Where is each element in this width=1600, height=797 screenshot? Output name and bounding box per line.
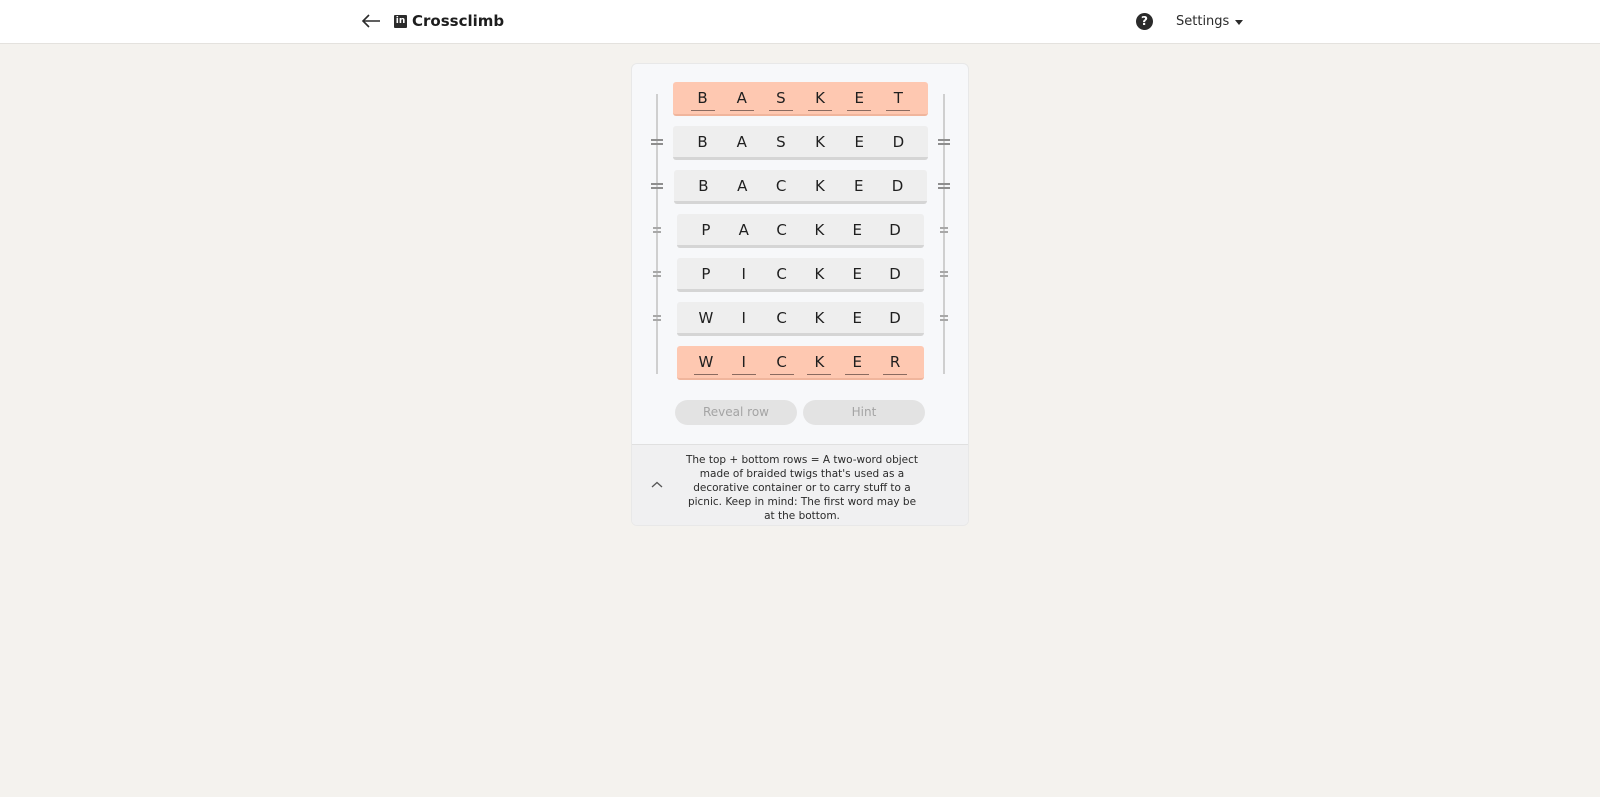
- letter-tile: R: [882, 352, 908, 375]
- letter-tile: K: [814, 264, 825, 283]
- equals-icon: [651, 226, 663, 234]
- hint-button[interactable]: Hint: [803, 400, 925, 425]
- word-row-2[interactable]: B A S K E D: [673, 126, 928, 160]
- letter-tile: B: [690, 88, 716, 111]
- letter-tile: K: [814, 220, 825, 239]
- letter-tile: A: [729, 88, 755, 111]
- equals-icon: [938, 138, 950, 146]
- letter-tile: A: [738, 220, 749, 239]
- letter-tile: E: [846, 88, 872, 111]
- letter-tile: E: [854, 132, 864, 151]
- equals-icon: [938, 182, 950, 190]
- letter-tile: E: [844, 352, 870, 375]
- puzzle-card: B A S K E T B A S K E D B A C K E D P A …: [631, 63, 969, 526]
- word-row-6[interactable]: W I C K E D: [677, 302, 924, 336]
- equals-icon: [938, 270, 950, 278]
- word-row-5[interactable]: P I C K E D: [677, 258, 924, 292]
- help-icon[interactable]: ?: [1136, 13, 1153, 30]
- word-row-7[interactable]: W I C K E R: [677, 346, 924, 380]
- letter-tile: C: [776, 308, 787, 327]
- left-rail: [656, 94, 658, 374]
- letter-tile: C: [776, 264, 787, 283]
- letter-tile: C: [776, 220, 787, 239]
- word-row-4[interactable]: P A C K E D: [677, 214, 924, 248]
- settings-label: Settings: [1176, 14, 1230, 29]
- letter-tile: A: [736, 132, 747, 151]
- letter-tile: K: [814, 308, 825, 327]
- letter-tile: E: [852, 308, 862, 327]
- letter-tile: B: [697, 132, 708, 151]
- letter-tile: E: [852, 220, 862, 239]
- caret-down-icon: [1235, 19, 1244, 25]
- letter-tile: T: [885, 88, 911, 111]
- letter-tile: D: [889, 220, 901, 239]
- letter-tile: K: [806, 352, 832, 375]
- letter-tile: P: [701, 220, 711, 239]
- arrow-left-icon[interactable]: [360, 10, 382, 32]
- letter-tile: K: [807, 88, 833, 111]
- equals-icon: [651, 314, 663, 322]
- letter-tile: D: [889, 308, 901, 327]
- letter-tile: D: [891, 176, 904, 195]
- letter-tile: K: [814, 176, 825, 195]
- letter-tile: I: [731, 352, 757, 375]
- clue-text: The top + bottom rows = A two-word objec…: [685, 454, 919, 522]
- letter-tile: A: [737, 176, 748, 195]
- letter-tile: P: [701, 264, 711, 283]
- letter-tile: D: [889, 264, 901, 283]
- settings-dropdown[interactable]: Settings: [1176, 14, 1244, 29]
- letter-tile: C: [769, 352, 795, 375]
- letter-tile: W: [693, 352, 719, 375]
- right-rail: [943, 94, 945, 374]
- letter-tile: C: [775, 176, 787, 195]
- letter-tile: E: [853, 176, 864, 195]
- word-row-3[interactable]: B A C K E D: [674, 170, 927, 204]
- letter-tile: K: [815, 132, 825, 151]
- equals-icon: [938, 314, 950, 322]
- equals-icon: [651, 270, 663, 278]
- letter-tile: I: [741, 264, 746, 283]
- letter-tile: S: [768, 88, 794, 111]
- chevron-up-icon[interactable]: [650, 478, 664, 492]
- letter-tile: B: [698, 176, 709, 195]
- word-row-1[interactable]: B A S K E T: [673, 82, 928, 116]
- reveal-row-button[interactable]: Reveal row: [675, 400, 797, 425]
- letter-tile: E: [852, 264, 862, 283]
- equals-icon: [938, 226, 950, 234]
- top-bar: in Crossclimb ? Settings: [0, 0, 1600, 44]
- equals-icon: [651, 138, 663, 146]
- letter-tile: D: [892, 132, 905, 151]
- brand: in Crossclimb: [394, 12, 504, 30]
- clue-panel: The top + bottom rows = A two-word objec…: [632, 444, 968, 525]
- linkedin-logo-icon: in: [394, 14, 407, 28]
- letter-tile: I: [741, 308, 746, 327]
- page-title: Crossclimb: [412, 12, 505, 30]
- equals-icon: [651, 182, 663, 190]
- letter-tile: W: [698, 308, 714, 327]
- letter-tile: S: [776, 132, 786, 151]
